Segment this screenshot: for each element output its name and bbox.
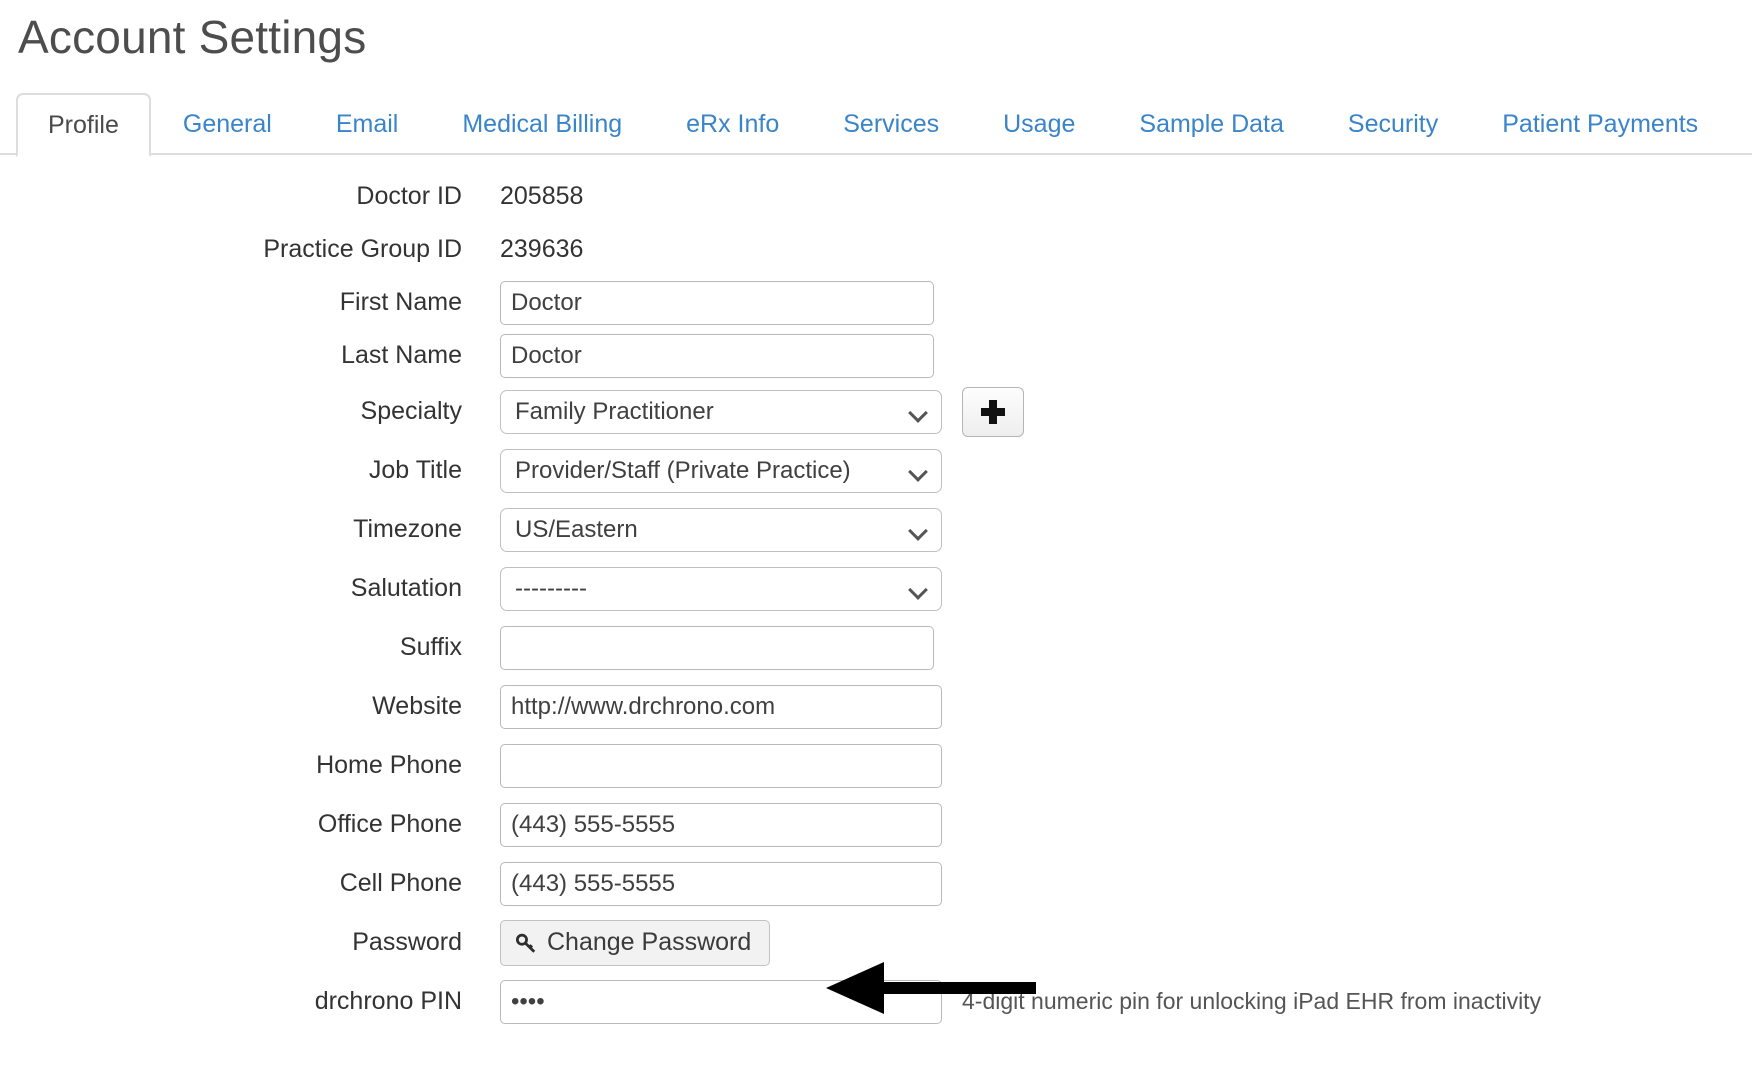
office-phone-input[interactable] — [500, 802, 942, 847]
tab-bar: Profile General Email Medical Billing eR… — [0, 93, 1752, 157]
key-icon — [516, 933, 536, 953]
doctor-id-label: Doctor ID — [356, 182, 462, 210]
profile-form: Doctor ID 205858 Practice Group ID 23963… — [0, 170, 1752, 1031]
tab-label: Patient Payments — [1502, 109, 1699, 138]
specialty-select-wrapper: Family Practitioner — [500, 389, 942, 434]
suffix-input[interactable] — [500, 625, 934, 670]
form-row-last-name: Last Name — [0, 329, 1752, 382]
tab-usage[interactable]: Usage — [971, 93, 1107, 155]
form-row-job-title: Job Title Provider/Staff (Private Practi… — [0, 441, 1752, 500]
form-row-website: Website — [0, 677, 1752, 736]
drchrono-pin-hint: 4-digit numeric pin for unlocking iPad E… — [962, 988, 1542, 1014]
last-name-input[interactable] — [500, 333, 934, 378]
timezone-select-wrapper: US/Eastern — [500, 507, 942, 552]
website-input[interactable] — [500, 684, 942, 729]
tab-strip: Profile General Email Medical Billing eR… — [16, 93, 1730, 157]
practice-group-id-value: 239636 — [500, 235, 584, 263]
tab-medical-billing[interactable]: Medical Billing — [430, 93, 654, 155]
tab-sample-data[interactable]: Sample Data — [1107, 93, 1316, 155]
tab-profile[interactable]: Profile — [16, 93, 151, 157]
change-password-label: Change Password — [547, 928, 752, 956]
form-row-specialty: Specialty Family Practitioner — [0, 382, 1752, 441]
drchrono-pin-label: drchrono PIN — [314, 987, 462, 1015]
form-row-office-phone: Office Phone — [0, 795, 1752, 854]
practice-group-id-label: Practice Group ID — [263, 235, 462, 263]
tab-general[interactable]: General — [151, 93, 304, 155]
salutation-select[interactable]: --------- — [500, 566, 942, 611]
form-row-drchrono-pin: drchrono PIN 4-digit numeric pin for unl… — [0, 972, 1752, 1031]
form-row-password: Password Change Password — [0, 913, 1752, 972]
tab-label: Security — [1347, 109, 1439, 138]
first-name-input[interactable] — [500, 280, 934, 325]
salutation-select-wrapper: --------- — [500, 566, 942, 611]
website-label: Website — [372, 692, 462, 720]
form-row-first-name: First Name — [0, 276, 1752, 329]
tab-patient-payments[interactable]: Patient Payments — [1470, 93, 1730, 155]
cell-phone-input[interactable] — [500, 861, 942, 906]
cell-phone-label: Cell Phone — [339, 869, 462, 897]
last-name-label: Last Name — [341, 341, 462, 369]
tab-label: Email — [335, 109, 399, 138]
tab-label: eRx Info — [686, 109, 780, 138]
form-row-cell-phone: Cell Phone — [0, 854, 1752, 913]
add-specialty-button[interactable] — [962, 386, 1024, 437]
tab-label: Medical Billing — [462, 109, 623, 138]
office-phone-label: Office Phone — [317, 810, 462, 838]
tab-email[interactable]: Email — [304, 93, 431, 155]
tab-erx-info[interactable]: eRx Info — [654, 93, 811, 155]
home-phone-input[interactable] — [500, 743, 942, 788]
tab-label: Profile — [48, 110, 119, 139]
form-row-home-phone: Home Phone — [0, 736, 1752, 795]
tab-services[interactable]: Services — [811, 93, 971, 155]
tab-label: Usage — [1003, 109, 1076, 138]
form-row-doctor-id: Doctor ID 205858 — [0, 170, 1752, 223]
doctor-id-value: 205858 — [500, 182, 584, 210]
drchrono-pin-input[interactable] — [500, 979, 942, 1024]
form-row-practice-group-id: Practice Group ID 239636 — [0, 223, 1752, 276]
salutation-label: Salutation — [350, 574, 462, 602]
password-label: Password — [352, 928, 462, 956]
timezone-label: Timezone — [353, 515, 462, 543]
form-row-timezone: Timezone US/Eastern — [0, 500, 1752, 559]
tab-security[interactable]: Security — [1316, 93, 1470, 155]
change-password-button[interactable]: Change Password — [500, 919, 771, 966]
suffix-label: Suffix — [399, 633, 462, 661]
first-name-label: First Name — [339, 288, 462, 316]
job-title-label: Job Title — [368, 456, 462, 484]
tab-label: Services — [843, 109, 940, 138]
form-row-salutation: Salutation --------- — [0, 559, 1752, 618]
page-title: Account Settings — [18, 11, 367, 63]
specialty-select[interactable]: Family Practitioner — [500, 389, 942, 434]
tab-label: General — [182, 109, 272, 138]
job-title-select[interactable]: Provider/Staff (Private Practice) — [500, 448, 942, 493]
home-phone-label: Home Phone — [316, 751, 462, 779]
form-row-suffix: Suffix — [0, 618, 1752, 677]
tab-label: Sample Data — [1139, 109, 1284, 138]
job-title-select-wrapper: Provider/Staff (Private Practice) — [500, 448, 942, 493]
specialty-label: Specialty — [360, 397, 462, 425]
timezone-select[interactable]: US/Eastern — [500, 507, 942, 552]
